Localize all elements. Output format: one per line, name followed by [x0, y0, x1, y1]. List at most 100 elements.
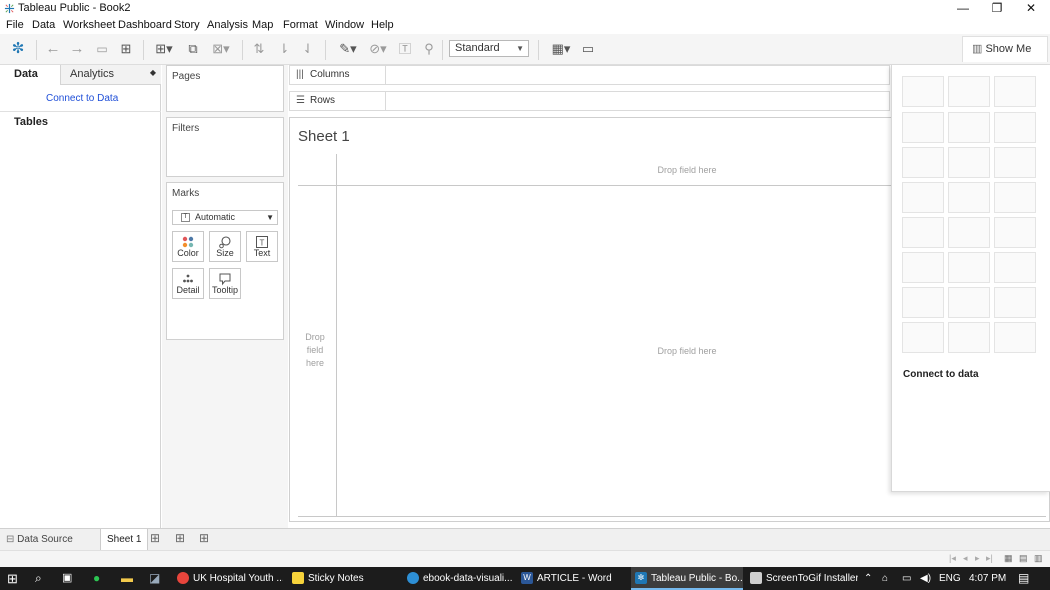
chart-thumb-heat-map[interactable] [948, 76, 990, 107]
chart-thumb-discrete-lines[interactable] [948, 217, 990, 248]
fix-axes-icon[interactable]: ⚲ [421, 40, 437, 58]
menu-data[interactable]: Data [32, 19, 55, 31]
show-me-button[interactable]: ▥ Show Me [962, 36, 1048, 62]
close-button[interactable]: ✕ [1014, 0, 1048, 17]
tab-analytics[interactable]: Analytics ◆ [60, 65, 161, 85]
chart-thumb-highlight-table[interactable] [994, 76, 1036, 107]
menu-story[interactable]: Story [174, 19, 200, 31]
tabs-icon[interactable]: ▥ [1034, 553, 1043, 564]
chart-thumb-treemap[interactable] [902, 182, 944, 213]
clock[interactable]: 4:07 PM [969, 567, 1006, 590]
chart-thumb-bullet[interactable] [948, 322, 990, 353]
pages-card[interactable]: Pages [166, 65, 284, 112]
tooltip-button[interactable]: Tooltip [209, 268, 241, 299]
last-sheet-icon[interactable]: ▸| [986, 553, 993, 564]
duplicate-sheet-icon[interactable]: ⧉ [185, 40, 201, 58]
network-icon[interactable]: ⌂ [882, 567, 888, 590]
new-worksheet-icon[interactable]: ⊞▾ [152, 40, 176, 58]
windows-start-icon[interactable]: ⊞ [7, 567, 18, 590]
show-mark-labels-icon[interactable]: 🅃 [397, 40, 413, 58]
chart-thumb-dual-lines[interactable] [994, 217, 1036, 248]
detail-button[interactable]: Detail [172, 268, 204, 299]
chart-thumb-histogram[interactable] [948, 287, 990, 318]
chart-thumb-gantt[interactable] [902, 322, 944, 353]
chart-thumb-side-by-side-circles[interactable] [994, 182, 1036, 213]
drop-zone-columns[interactable]: Drop field here [620, 165, 754, 175]
volume-icon[interactable]: ◀) [920, 567, 931, 590]
search-icon[interactable]: ⌕ [35, 567, 42, 590]
new-data-source-icon[interactable]: ⊞ [118, 40, 134, 58]
swap-rows-columns-icon[interactable]: ⇅ [251, 40, 267, 58]
presentation-mode-icon[interactable]: ▭ [580, 40, 596, 58]
tab-data[interactable]: Data [0, 65, 60, 85]
chart-thumb-scatter[interactable] [902, 287, 944, 318]
highlight-icon[interactable]: ✎▾ [336, 40, 360, 58]
chart-thumb-symbol-map[interactable] [902, 112, 944, 143]
chart-thumb-dual-combination[interactable] [994, 252, 1036, 283]
redo-icon[interactable]: → [69, 40, 85, 58]
file-explorer-icon[interactable]: ▬ [121, 567, 133, 590]
chart-thumb-stacked-bars[interactable] [948, 147, 990, 178]
data-source-tab[interactable]: ⊟ Data Source [6, 529, 73, 550]
tableau-home-icon[interactable]: ✼ [10, 40, 26, 58]
clear-sheet-icon[interactable]: ⊠▾ [209, 40, 233, 58]
prev-sheet-icon[interactable]: ◂ [963, 553, 968, 564]
chart-thumb-circle-views[interactable] [948, 182, 990, 213]
sheet-title[interactable]: Sheet 1 [298, 128, 350, 145]
minimize-button[interactable]: — [946, 0, 980, 17]
sheet-tab-sheet1[interactable]: Sheet 1 [100, 529, 149, 550]
sort-descending-icon[interactable]: ⇃ [300, 40, 316, 58]
menu-worksheet[interactable]: Worksheet [63, 19, 115, 31]
language-indicator[interactable]: ENG [939, 567, 961, 590]
task-word[interactable]: W ARTICLE - Word [517, 567, 627, 590]
chart-thumb-side-by-side-bars[interactable] [994, 147, 1036, 178]
chart-thumb-packed-bubbles[interactable] [994, 322, 1036, 353]
restore-button[interactable]: ❐ [980, 0, 1014, 17]
sort-ascending-icon[interactable]: ⇂ [276, 40, 292, 58]
size-button[interactable]: Size [209, 231, 241, 262]
menu-window[interactable]: Window [325, 19, 364, 31]
task-sticky-notes[interactable]: Sticky Notes [288, 567, 396, 590]
menu-analysis[interactable]: Analysis [207, 19, 248, 31]
columns-shelf[interactable]: ||| Columns [289, 65, 890, 85]
new-dashboard-icon[interactable]: ⊞ [175, 531, 185, 545]
mark-type-select[interactable]: T Automatic ▼ [172, 210, 278, 225]
task-view-icon[interactable]: ▣ [62, 567, 72, 590]
rows-shelf[interactable]: ☰ Rows [289, 91, 890, 111]
evernote-icon[interactable]: ● [93, 567, 100, 590]
text-button[interactable]: T Text [246, 231, 278, 262]
filmstrip-icon[interactable]: ▤ [1019, 553, 1028, 564]
sheet-sorter-icon[interactable]: ▦ [1004, 553, 1013, 564]
menu-dashboard[interactable]: Dashboard [118, 19, 172, 31]
show-hidden-icons-icon[interactable]: ⌃ [864, 567, 872, 590]
menu-map[interactable]: Map [252, 19, 273, 31]
save-icon[interactable]: ▭ [94, 40, 110, 58]
undo-icon[interactable]: ← [45, 40, 61, 58]
chart-thumb-horizontal-bars[interactable] [902, 147, 944, 178]
menu-file[interactable]: File [6, 19, 24, 31]
drop-zone-rows[interactable]: Drop field here [300, 331, 330, 370]
photos-app-icon[interactable]: ◪ [149, 567, 160, 590]
task-installer[interactable]: ScreenToGif Installer [746, 567, 858, 590]
color-button[interactable]: Color [172, 231, 204, 262]
chart-thumb-continuous-lines[interactable] [902, 217, 944, 248]
task-edge[interactable]: ebook-data-visuali... [403, 567, 513, 590]
new-worksheet-icon[interactable]: ⊞ [150, 531, 160, 545]
drop-zone-center[interactable]: Drop field here [620, 346, 754, 356]
fit-select[interactable]: Standard ▼ [449, 40, 529, 57]
notifications-icon[interactable]: ▤ [1018, 567, 1029, 590]
chart-thumb-filled-map[interactable] [948, 112, 990, 143]
task-tableau[interactable]: ✼ Tableau Public - Bo... [631, 567, 743, 590]
new-story-icon[interactable]: ⊞ [199, 531, 209, 545]
chart-thumb-pie[interactable] [994, 112, 1036, 143]
group-members-icon[interactable]: ⊘▾ [366, 40, 390, 58]
task-chrome[interactable]: UK Hospital Youth ... [173, 567, 283, 590]
filters-card[interactable]: Filters [166, 117, 284, 177]
battery-icon[interactable]: ▭ [902, 567, 911, 590]
chart-thumb-text-table[interactable] [902, 76, 944, 107]
first-sheet-icon[interactable]: |◂ [949, 553, 956, 564]
show-cards-icon[interactable]: ▦▾ [548, 40, 574, 58]
chart-thumb-area-discrete[interactable] [948, 252, 990, 283]
menu-format[interactable]: Format [283, 19, 318, 31]
menu-help[interactable]: Help [371, 19, 394, 31]
